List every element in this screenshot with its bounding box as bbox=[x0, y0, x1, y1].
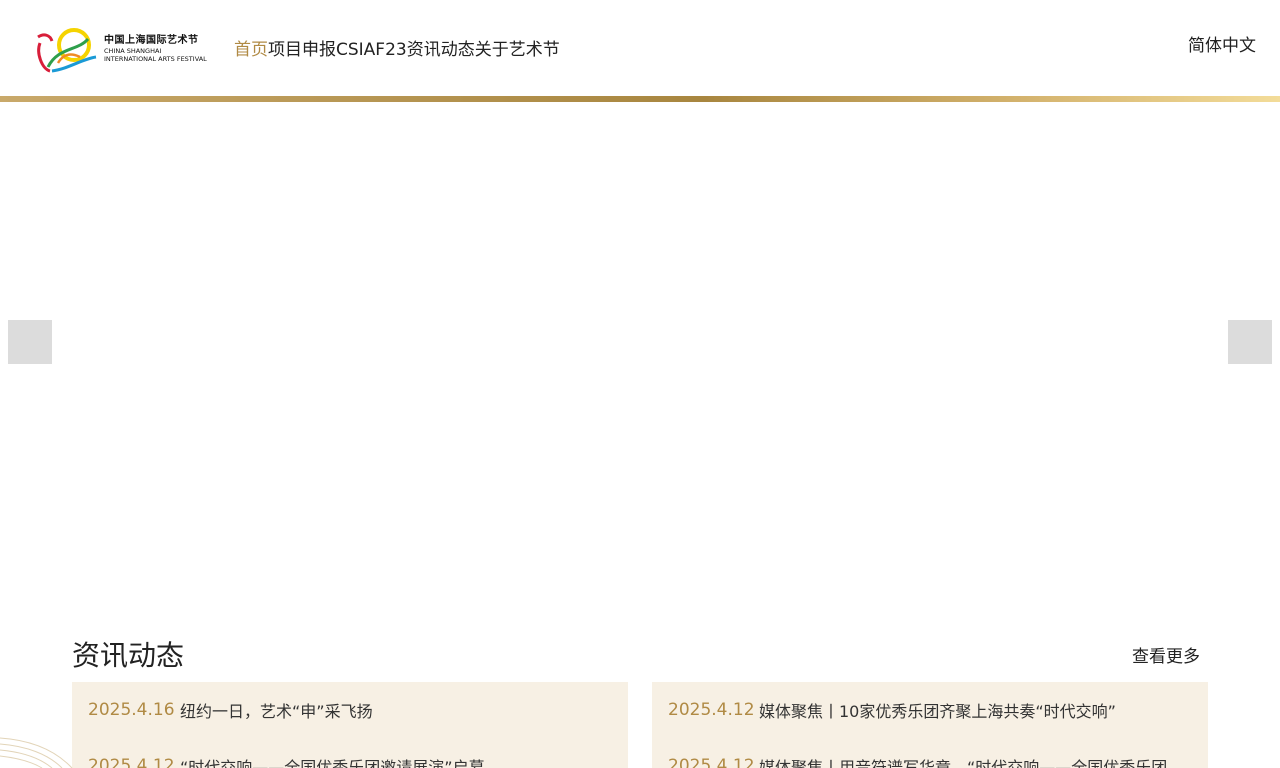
news-view-more-link[interactable]: 查看更多 bbox=[1132, 646, 1200, 668]
logo-text: 中国上海国际艺术节 CHINA SHANGHAI INTERNATIONAL A… bbox=[104, 36, 207, 62]
dove-logo-icon bbox=[37, 28, 97, 73]
carousel-next-button[interactable] bbox=[1228, 320, 1272, 364]
news-item[interactable]: 2025.4.12 “时代交响——全国优秀乐团邀请展演”启幕 bbox=[72, 738, 628, 768]
page: 中国上海国际艺术节 CHINA SHANGHAI INTERNATIONAL A… bbox=[0, 0, 1280, 768]
hero-carousel bbox=[0, 102, 1280, 622]
main-nav: 首页 项目申报 CSIAF23 资讯动态 关于艺术节 bbox=[234, 38, 560, 62]
news-date: 2025.4.12 bbox=[88, 756, 175, 768]
news-date: 2025.4.16 bbox=[88, 700, 175, 720]
logo-english-line-1: CHINA SHANGHAI bbox=[104, 47, 162, 55]
language-switcher[interactable]: 简体中文 bbox=[1188, 34, 1256, 58]
news-date: 2025.4.12 bbox=[668, 700, 755, 720]
chevron-left-icon bbox=[25, 336, 33, 348]
logo-chinese-name: 中国上海国际艺术节 bbox=[104, 35, 199, 46]
news-headline[interactable]: “时代交响——全国优秀乐团邀请展演”启幕 bbox=[180, 754, 485, 768]
news-headline[interactable]: 媒体聚焦丨10家优秀乐团齐聚上海共奏“时代交响” bbox=[759, 698, 1116, 722]
news-item[interactable]: 2025.4.16 纽约一日，艺术“申”采飞扬 bbox=[72, 682, 628, 738]
site-header: 中国上海国际艺术节 CHINA SHANGHAI INTERNATIONAL A… bbox=[0, 0, 1280, 96]
logo-english-line-2: INTERNATIONAL ARTS FESTIVAL bbox=[104, 54, 207, 63]
news-headline[interactable]: 媒体聚焦丨用音符谱写华章，“时代交响——全国优秀乐团 bbox=[759, 754, 1167, 768]
nav-item-home[interactable]: 首页 bbox=[234, 38, 268, 62]
site-logo[interactable]: 中国上海国际艺术节 CHINA SHANGHAI INTERNATIONAL A… bbox=[34, 22, 224, 76]
news-column-left: 2025.4.16 纽约一日，艺术“申”采飞扬 2025.4.12 “时代交响—… bbox=[72, 682, 628, 768]
nav-item-project-application[interactable]: 项目申报 bbox=[268, 38, 336, 62]
carousel-prev-button[interactable] bbox=[8, 320, 52, 364]
nav-item-about[interactable]: 关于艺术节 bbox=[475, 38, 560, 62]
news-item[interactable]: 2025.4.12 媒体聚焦丨10家优秀乐团齐聚上海共奏“时代交响” bbox=[652, 682, 1208, 738]
news-section-title: 资讯动态 bbox=[72, 639, 185, 672]
news-column-right: 2025.4.12 媒体聚焦丨10家优秀乐团齐聚上海共奏“时代交响” 2025.… bbox=[652, 682, 1208, 768]
nav-item-news[interactable]: 资讯动态 bbox=[407, 38, 475, 62]
nav-item-csiaf23[interactable]: CSIAF23 bbox=[336, 38, 407, 62]
chevron-right-icon bbox=[1247, 336, 1255, 348]
news-headline[interactable]: 纽约一日，艺术“申”采飞扬 bbox=[180, 698, 373, 722]
news-date: 2025.4.12 bbox=[668, 756, 755, 768]
decorative-curves-icon bbox=[0, 737, 73, 768]
news-item[interactable]: 2025.4.12 媒体聚焦丨用音符谱写华章，“时代交响——全国优秀乐团 bbox=[652, 738, 1208, 768]
